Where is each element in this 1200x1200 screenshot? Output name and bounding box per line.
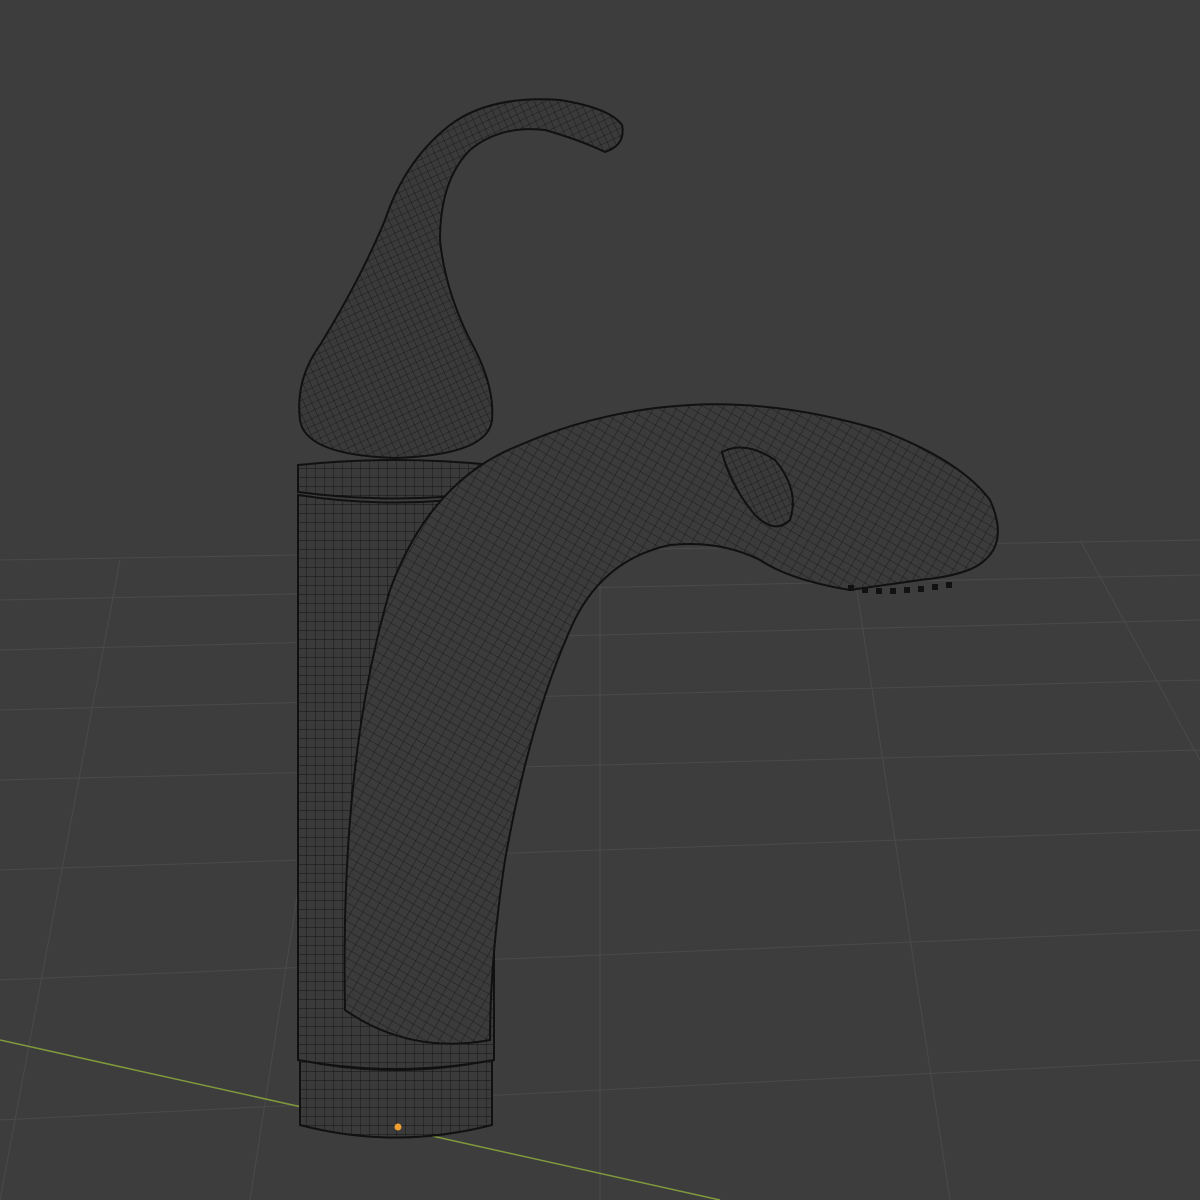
faucet-handle — [298, 98, 624, 460]
3d-viewport[interactable] — [0, 0, 1200, 1200]
faucet-spout — [343, 403, 999, 1045]
object-origin-point — [394, 1123, 402, 1131]
floor-grid — [0, 539, 1200, 1200]
faucet-mesh — [297, 98, 999, 1139]
viewport-canvas[interactable] — [0, 0, 1200, 1200]
